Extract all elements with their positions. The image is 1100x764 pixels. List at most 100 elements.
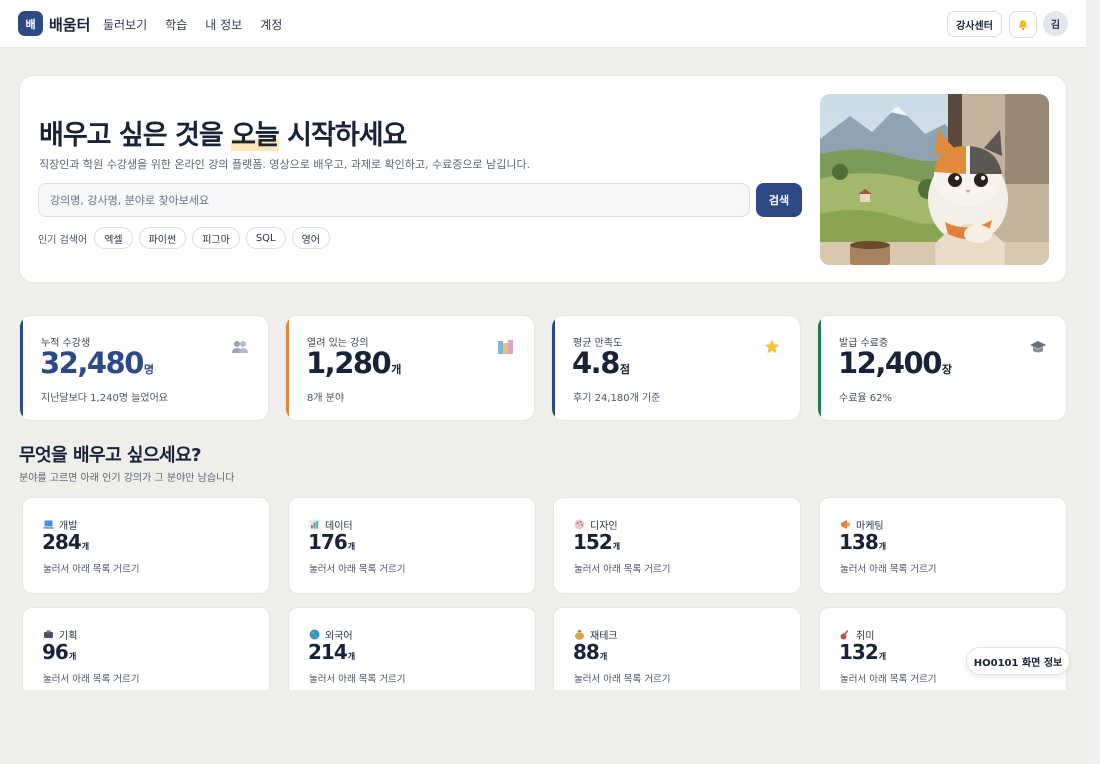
money-bag-icon (575, 630, 584, 640)
section-title: 무엇을 배우고 싶으세요? (19, 445, 202, 466)
stat-unit: 명 (143, 363, 155, 376)
stat-number: 1,280 (306, 346, 392, 380)
section-subtitle: 분야를 고르면 아래 인기 강의가 그 분야만 남습니다 (19, 473, 235, 484)
category-hint: 눌러서 아래 목록 거르기 (43, 674, 140, 685)
nav-item-my-info[interactable]: 내 정보 (205, 16, 242, 33)
popular-searches: 인기 검색어 엑셀 파이썬 피그마 SQL 영어 (38, 227, 336, 249)
stat-note: 지난달보다 1,240명 늘었어요 (41, 393, 168, 404)
hero-panel: 배우고 싶은 것을 오늘 시작하세요 직장인과 학원 수강생을 위한 온라인 강… (19, 75, 1067, 283)
stat-accent-bar (20, 316, 23, 420)
popular-chip-figma[interactable]: 피그마 (192, 227, 240, 249)
main-nav: 둘러보기 학습 내 정보 계정 (103, 16, 300, 33)
hero-title-before: 배우고 싶은 것을 (39, 120, 232, 151)
stat-value: 4.8점 (572, 346, 630, 380)
logo-icon[interactable]: 배 (18, 11, 43, 36)
category-count: 96개 (42, 640, 76, 664)
chart-icon (309, 519, 320, 530)
stat-unit: 장 (941, 363, 953, 376)
laptop-icon (43, 520, 54, 529)
category-count: 214개 (308, 640, 355, 664)
palette-icon (574, 519, 585, 530)
hero-title-after: 시작하세요 (278, 120, 407, 151)
category-card-marketing[interactable]: 마케팅 138개 눌러서 아래 목록 거르기 (819, 497, 1067, 594)
category-number: 138 (839, 530, 879, 554)
popular-chip-excel[interactable]: 엑셀 (94, 227, 133, 249)
category-unit: 개 (347, 652, 356, 661)
category-number: 214 (308, 640, 348, 664)
globe-icon (309, 629, 320, 640)
top-navigation-bar: 배 배움터 둘러보기 학습 내 정보 계정 강사센터 김 (0, 0, 1086, 48)
nav-item-learning[interactable]: 학습 (165, 16, 187, 33)
category-number: 284 (42, 530, 82, 554)
nav-item-browse[interactable]: 둘러보기 (103, 16, 147, 33)
brand-name[interactable]: 배움터 (49, 14, 90, 35)
stat-note: 수료율 62% (839, 393, 893, 404)
popular-chip-english[interactable]: 영어 (291, 227, 331, 249)
screen-info-button[interactable]: HO0101 화면 정보 (966, 647, 1070, 675)
category-unit: 개 (878, 542, 887, 551)
category-hint: 눌러서 아래 목록 거르기 (840, 674, 937, 685)
category-number: 152 (573, 530, 613, 554)
cat-on-train-illustration (820, 94, 1049, 265)
stat-number: 4.8 (572, 346, 620, 380)
stat-value: 1,280개 (306, 346, 401, 380)
bell-icon (1018, 19, 1028, 30)
books-icon (498, 340, 513, 354)
search-input[interactable] (38, 183, 750, 217)
category-count: 138개 (839, 530, 886, 554)
stat-card-satisfaction: 평균 만족도 4.8점 후기 24,180개 기준 (551, 315, 801, 421)
stat-value: 12,400장 (838, 346, 952, 380)
stat-note: 후기 24,180개 기준 (573, 393, 661, 404)
category-hint: 눌러서 아래 목록 거르기 (309, 674, 406, 685)
category-card-design[interactable]: 디자인 152개 눌러서 아래 목록 거르기 (553, 497, 801, 594)
stat-unit: 개 (391, 363, 402, 376)
star-icon (764, 339, 780, 354)
stat-value: 32,480명 (40, 346, 154, 380)
stat-card-certificates: 발급 수료증 12,400장 수료율 62% (817, 315, 1067, 421)
popular-chip-python[interactable]: 파이썬 (138, 227, 187, 249)
stat-number: 32,480 (40, 346, 144, 380)
hero-title-highlight: 오늘 (231, 120, 280, 151)
category-count: 152개 (573, 530, 620, 554)
page-background (0, 690, 1086, 764)
scrollbar-track[interactable] (1086, 0, 1100, 764)
notification-button[interactable] (1009, 11, 1037, 38)
graduation-cap-icon (1030, 341, 1046, 353)
category-card-development[interactable]: 개발 284개 눌러서 아래 목록 거르기 (22, 497, 270, 594)
popular-chip-sql[interactable]: SQL (245, 227, 286, 249)
logo-glyph: 배 (25, 17, 36, 31)
category-count: 284개 (42, 530, 89, 554)
category-number: 176 (308, 530, 348, 554)
guitar-icon (840, 630, 849, 640)
category-unit: 개 (81, 542, 90, 551)
category-unit: 개 (599, 652, 608, 661)
search-button[interactable]: 검색 (756, 183, 802, 217)
users-icon (232, 341, 248, 353)
category-count: 176개 (308, 530, 355, 554)
category-count: 88개 (573, 640, 607, 664)
category-unit: 개 (612, 542, 621, 551)
category-number: 88 (573, 640, 600, 664)
stat-unit: 점 (619, 363, 630, 376)
stat-accent-bar (552, 316, 555, 420)
category-hint: 눌러서 아래 목록 거르기 (840, 564, 937, 575)
clipboard-icon (44, 630, 53, 638)
stat-number: 12,400 (838, 346, 942, 380)
popular-searches-label: 인기 검색어 (38, 234, 88, 246)
category-hint: 눌러서 아래 목록 거르기 (43, 564, 140, 575)
hero-title: 배우고 싶은 것을 오늘 시작하세요 (39, 113, 407, 152)
category-number: 132 (839, 640, 879, 664)
category-unit: 개 (878, 652, 887, 661)
category-card-data[interactable]: 데이터 176개 눌러서 아래 목록 거르기 (288, 497, 536, 594)
stat-card-courses: 열려 있는 강의 1,280개 8개 분야 (285, 315, 535, 421)
megaphone-icon (841, 520, 850, 529)
nav-item-account[interactable]: 계정 (260, 16, 282, 33)
category-hint: 눌러서 아래 목록 거르기 (574, 564, 671, 575)
stat-accent-bar (818, 316, 821, 420)
instructor-center-button[interactable]: 강사센터 (947, 11, 1002, 37)
category-unit: 개 (68, 652, 77, 661)
hero-subtitle: 직장인과 학원 수강생을 위한 온라인 강의 플랫폼. 영상으로 배우고, 과제… (39, 158, 531, 171)
category-count: 132개 (839, 640, 886, 664)
avatar[interactable]: 김 (1043, 11, 1068, 36)
category-number: 96 (42, 640, 69, 664)
